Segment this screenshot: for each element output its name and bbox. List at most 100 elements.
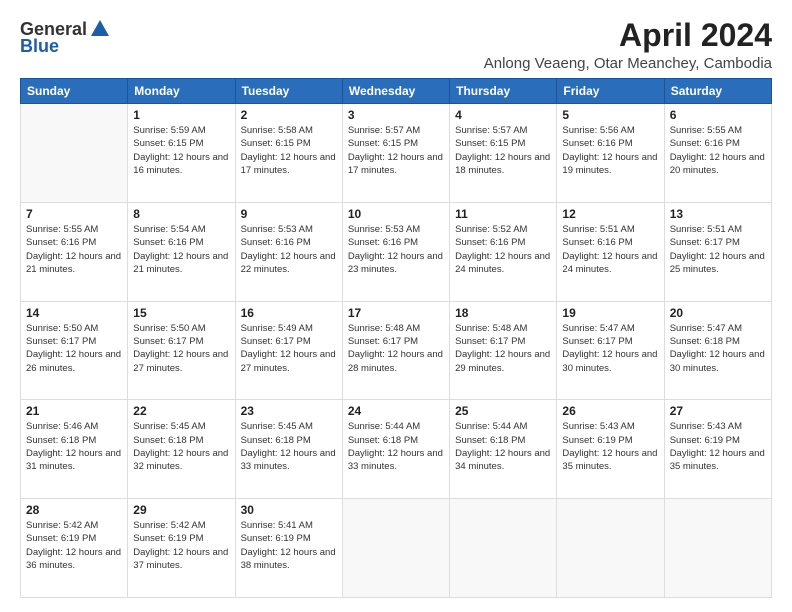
day-cell: 15 Sunrise: 5:50 AMSunset: 6:17 PMDayligh…: [128, 301, 235, 400]
day-info: Sunrise: 5:55 AMSunset: 6:16 PMDaylight:…: [670, 124, 766, 177]
day-number: 17: [348, 306, 444, 320]
day-number: 18: [455, 306, 551, 320]
day-number: 24: [348, 404, 444, 418]
month-title: April 2024: [484, 18, 772, 53]
week-row-4: 21 Sunrise: 5:46 AMSunset: 6:18 PMDayligh…: [21, 400, 772, 499]
day-cell: 8 Sunrise: 5:54 AMSunset: 6:16 PMDaylight…: [128, 202, 235, 301]
day-info: Sunrise: 5:50 AMSunset: 6:17 PMDaylight:…: [26, 322, 122, 375]
day-number: 6: [670, 108, 766, 122]
calendar-header-row: SundayMondayTuesdayWednesdayThursdayFrid…: [21, 79, 772, 104]
day-cell: 16 Sunrise: 5:49 AMSunset: 6:17 PMDayligh…: [235, 301, 342, 400]
page: General Blue April 2024 Anlong Veaeng, O…: [0, 0, 792, 612]
day-info: Sunrise: 5:49 AMSunset: 6:17 PMDaylight:…: [241, 322, 337, 375]
col-header-sunday: Sunday: [21, 79, 128, 104]
day-number: 16: [241, 306, 337, 320]
location-title: Anlong Veaeng, Otar Meanchey, Cambodia: [484, 55, 772, 72]
day-cell: 6 Sunrise: 5:55 AMSunset: 6:16 PMDaylight…: [664, 104, 771, 203]
day-number: 4: [455, 108, 551, 122]
day-info: Sunrise: 5:46 AMSunset: 6:18 PMDaylight:…: [26, 420, 122, 473]
day-cell: 9Sunrise: 5:53 AMSunset: 6:16 PMDaylight…: [235, 202, 342, 301]
day-cell: 4 Sunrise: 5:57 AMSunset: 6:15 PMDaylight…: [450, 104, 557, 203]
day-number: 26: [562, 404, 658, 418]
day-number: 1: [133, 108, 229, 122]
day-number: 27: [670, 404, 766, 418]
day-number: 29: [133, 503, 229, 517]
day-cell: 19 Sunrise: 5:47 AMSunset: 6:17 PMDayligh…: [557, 301, 664, 400]
day-cell: 27 Sunrise: 5:43 AMSunset: 6:19 PMDayligh…: [664, 400, 771, 499]
day-number: 23: [241, 404, 337, 418]
day-cell: 2Sunrise: 5:58 AMSunset: 6:15 PMDaylight…: [235, 104, 342, 203]
day-info: Sunrise: 5:50 AMSunset: 6:17 PMDaylight:…: [133, 322, 229, 375]
day-info: Sunrise: 5:44 AMSunset: 6:18 PMDaylight:…: [348, 420, 444, 473]
day-cell: 26 Sunrise: 5:43 AMSunset: 6:19 PMDayligh…: [557, 400, 664, 499]
day-cell: 5 Sunrise: 5:56 AMSunset: 6:16 PMDaylight…: [557, 104, 664, 203]
day-info: Sunrise: 5:42 AMSunset: 6:19 PMDaylight:…: [133, 519, 229, 572]
day-info: Sunrise: 5:47 AMSunset: 6:18 PMDaylight:…: [670, 322, 766, 375]
day-info: Sunrise: 5:43 AMSunset: 6:19 PMDaylight:…: [670, 420, 766, 473]
calendar: SundayMondayTuesdayWednesdayThursdayFrid…: [20, 78, 772, 598]
day-info: Sunrise: 5:57 AMSunset: 6:15 PMDaylight:…: [455, 124, 551, 177]
day-number: 19: [562, 306, 658, 320]
day-number: 12: [562, 207, 658, 221]
day-cell: 29 Sunrise: 5:42 AMSunset: 6:19 PMDayligh…: [128, 499, 235, 598]
day-info: Sunrise: 5:43 AMSunset: 6:19 PMDaylight:…: [562, 420, 658, 473]
day-info: Sunrise: 5:56 AMSunset: 6:16 PMDaylight:…: [562, 124, 658, 177]
day-cell: [557, 499, 664, 598]
col-header-thursday: Thursday: [450, 79, 557, 104]
day-number: 22: [133, 404, 229, 418]
logo: General Blue: [20, 18, 111, 57]
day-number: 10: [348, 207, 444, 221]
day-cell: 17 Sunrise: 5:48 AMSunset: 6:17 PMDayligh…: [342, 301, 449, 400]
day-cell: 25 Sunrise: 5:44 AMSunset: 6:18 PMDayligh…: [450, 400, 557, 499]
day-info: Sunrise: 5:44 AMSunset: 6:18 PMDaylight:…: [455, 420, 551, 473]
day-number: 13: [670, 207, 766, 221]
day-info: Sunrise: 5:53 AMSunset: 6:16 PMDaylight:…: [241, 223, 337, 276]
day-cell: 28Sunrise: 5:42 AMSunset: 6:19 PMDayligh…: [21, 499, 128, 598]
week-row-2: 7Sunrise: 5:55 AMSunset: 6:16 PMDaylight…: [21, 202, 772, 301]
day-number: 21: [26, 404, 122, 418]
day-number: 15: [133, 306, 229, 320]
day-cell: [21, 104, 128, 203]
day-number: 5: [562, 108, 658, 122]
col-header-saturday: Saturday: [664, 79, 771, 104]
day-cell: 22Sunrise: 5:45 AMSunset: 6:18 PMDayligh…: [128, 400, 235, 499]
logo-blue: Blue: [20, 36, 59, 57]
logo-icon: [89, 18, 111, 40]
col-header-friday: Friday: [557, 79, 664, 104]
day-info: Sunrise: 5:48 AMSunset: 6:17 PMDaylight:…: [348, 322, 444, 375]
day-cell: 12 Sunrise: 5:51 AMSunset: 6:16 PMDayligh…: [557, 202, 664, 301]
day-info: Sunrise: 5:47 AMSunset: 6:17 PMDaylight:…: [562, 322, 658, 375]
day-cell: 13 Sunrise: 5:51 AMSunset: 6:17 PMDayligh…: [664, 202, 771, 301]
day-info: Sunrise: 5:52 AMSunset: 6:16 PMDaylight:…: [455, 223, 551, 276]
day-info: Sunrise: 5:51 AMSunset: 6:16 PMDaylight:…: [562, 223, 658, 276]
day-number: 11: [455, 207, 551, 221]
week-row-1: 1 Sunrise: 5:59 AMSunset: 6:15 PMDaylight…: [21, 104, 772, 203]
week-row-5: 28Sunrise: 5:42 AMSunset: 6:19 PMDayligh…: [21, 499, 772, 598]
day-cell: 3Sunrise: 5:57 AMSunset: 6:15 PMDaylight…: [342, 104, 449, 203]
day-cell: 11 Sunrise: 5:52 AMSunset: 6:16 PMDayligh…: [450, 202, 557, 301]
day-info: Sunrise: 5:51 AMSunset: 6:17 PMDaylight:…: [670, 223, 766, 276]
day-info: Sunrise: 5:42 AMSunset: 6:19 PMDaylight:…: [26, 519, 122, 572]
title-section: April 2024 Anlong Veaeng, Otar Meanchey,…: [484, 18, 772, 72]
week-row-3: 14Sunrise: 5:50 AMSunset: 6:17 PMDayligh…: [21, 301, 772, 400]
day-info: Sunrise: 5:53 AMSunset: 6:16 PMDaylight:…: [348, 223, 444, 276]
day-cell: [342, 499, 449, 598]
day-number: 30: [241, 503, 337, 517]
day-cell: 21 Sunrise: 5:46 AMSunset: 6:18 PMDayligh…: [21, 400, 128, 499]
day-info: Sunrise: 5:59 AMSunset: 6:15 PMDaylight:…: [133, 124, 229, 177]
day-number: 2: [241, 108, 337, 122]
day-info: Sunrise: 5:54 AMSunset: 6:16 PMDaylight:…: [133, 223, 229, 276]
col-header-tuesday: Tuesday: [235, 79, 342, 104]
col-header-wednesday: Wednesday: [342, 79, 449, 104]
day-info: Sunrise: 5:45 AMSunset: 6:18 PMDaylight:…: [241, 420, 337, 473]
day-cell: [450, 499, 557, 598]
day-info: Sunrise: 5:41 AMSunset: 6:19 PMDaylight:…: [241, 519, 337, 572]
day-number: 8: [133, 207, 229, 221]
day-number: 20: [670, 306, 766, 320]
day-cell: 20 Sunrise: 5:47 AMSunset: 6:18 PMDayligh…: [664, 301, 771, 400]
day-number: 25: [455, 404, 551, 418]
day-number: 3: [348, 108, 444, 122]
day-cell: 30 Sunrise: 5:41 AMSunset: 6:19 PMDayligh…: [235, 499, 342, 598]
day-cell: [664, 499, 771, 598]
col-header-monday: Monday: [128, 79, 235, 104]
